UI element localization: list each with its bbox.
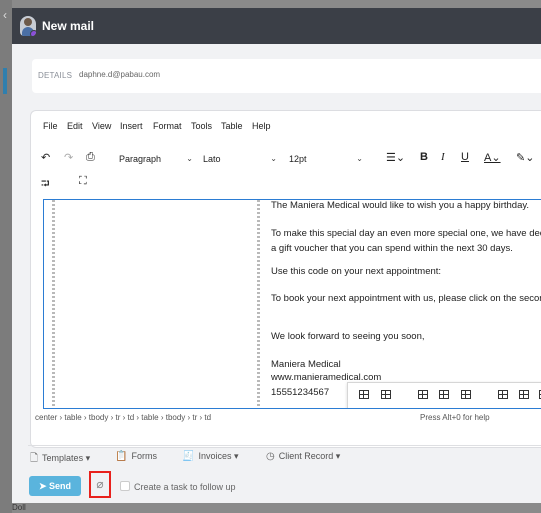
- delete-table-icon[interactable]: [381, 390, 391, 399]
- font-size-value: 12pt: [289, 154, 307, 164]
- body-line: To make this special day an even more sp…: [271, 228, 541, 239]
- bold-icon[interactable]: B: [420, 151, 428, 163]
- client-record-dropdown[interactable]: ◷ Client Record ▾: [266, 451, 340, 462]
- menu-tools[interactable]: Tools: [191, 121, 212, 131]
- details-panel[interactable]: DETAILS daphne.d@pabau.com: [32, 59, 541, 93]
- invoice-icon: 🧾: [182, 451, 195, 462]
- body-line: We look forward to seeing you soon,: [271, 331, 425, 342]
- ltr-direction-icon[interactable]: ⮒: [41, 175, 50, 194]
- insert-column-after-icon[interactable]: [519, 390, 529, 399]
- menu-insert[interactable]: Insert: [120, 121, 143, 131]
- table-border-right: [257, 200, 260, 408]
- menu-file[interactable]: File: [43, 121, 58, 131]
- templates-label: Templates: [42, 453, 84, 463]
- chevron-down-icon: ⌄: [270, 154, 277, 163]
- body-line: To book your next appointment with us, p…: [271, 293, 541, 304]
- background-accent-bar: [3, 68, 7, 94]
- element-path[interactable]: center › table › tbody › tr › td › table…: [35, 413, 211, 422]
- document-icon: 🗋: [30, 453, 39, 464]
- editor-statusbar: center › table › tbody › tr › td › table…: [31, 409, 541, 425]
- templates-dropdown[interactable]: 🗋 Templates ▾: [30, 451, 90, 468]
- block-format-select[interactable]: Paragraph ⌄: [119, 151, 193, 167]
- follow-up-task-checkbox[interactable]: [120, 481, 130, 491]
- menu-help[interactable]: Help: [252, 121, 271, 131]
- invoices-label: Invoices: [198, 451, 232, 461]
- body-line: 15551234567: [271, 387, 330, 398]
- italic-icon[interactable]: I: [441, 151, 445, 163]
- chevron-down-icon: ⌄: [186, 154, 193, 163]
- email-body[interactable]: The Maniera Medical would like to wish y…: [43, 199, 541, 409]
- footer-divider: [28, 445, 541, 446]
- invoices-dropdown[interactable]: 🧾 Invoices ▾: [182, 451, 239, 462]
- body-line: The Maniera Medical would like to wish y…: [271, 200, 530, 211]
- menu-edit[interactable]: Edit: [67, 121, 83, 131]
- body-line: Use this code on your next appointment:: [271, 266, 442, 277]
- forms-button[interactable]: 📋 Forms: [115, 451, 157, 462]
- send-icon: ➤: [38, 481, 47, 491]
- body-line: a gift voucher that you can spend within…: [271, 243, 513, 254]
- insert-row-before-icon[interactable]: [418, 390, 428, 399]
- body-line: Maniera Medical: [271, 359, 341, 370]
- chevron-down-icon: ▾: [85, 453, 91, 463]
- send-label: Send: [49, 481, 72, 491]
- print-icon[interactable]: ⎙: [86, 151, 95, 164]
- undo-icon[interactable]: ↶: [41, 151, 50, 164]
- chevron-down-icon: ▾: [234, 451, 239, 461]
- underline-icon[interactable]: U: [461, 151, 469, 163]
- redo-icon[interactable]: ↷: [64, 151, 73, 164]
- details-label: DETAILS: [38, 71, 73, 80]
- line-height-icon[interactable]: ☰⌄: [386, 151, 405, 164]
- menu-format[interactable]: Format: [153, 121, 182, 131]
- modal-title: New mail: [42, 19, 95, 33]
- follow-up-task-label: Create a task to follow up: [134, 482, 236, 492]
- clipboard-icon: 📋: [115, 451, 128, 462]
- send-button[interactable]: ➤ Send: [29, 476, 81, 496]
- help-hint: Press Alt+0 for help: [420, 413, 490, 422]
- user-avatar: [20, 16, 36, 36]
- font-family-select[interactable]: Lato ⌄: [203, 151, 277, 167]
- font-size-select[interactable]: 12pt ⌄: [289, 151, 363, 167]
- fullscreen-icon[interactable]: ⛶: [79, 175, 87, 188]
- menu-table[interactable]: Table: [221, 121, 243, 131]
- text-color-icon[interactable]: A⌄: [484, 151, 501, 164]
- highlight-color-icon[interactable]: ✎⌄: [516, 151, 534, 164]
- block-format-value: Paragraph: [119, 154, 162, 164]
- table-properties-icon[interactable]: [359, 390, 369, 399]
- back-chevron-icon: ‹: [3, 8, 7, 22]
- font-family-value: Lato: [203, 154, 221, 164]
- table-border-left: [52, 200, 55, 408]
- delete-row-icon[interactable]: [461, 390, 471, 399]
- attach-file-button[interactable]: ⌀: [89, 471, 111, 498]
- insert-column-before-icon[interactable]: [498, 390, 508, 399]
- sender-email: daphne.d@pabau.com: [79, 70, 161, 79]
- new-mail-modal: New mail DETAILS daphne.d@pabau.com File…: [12, 8, 541, 503]
- chevron-down-icon: ▾: [335, 451, 341, 461]
- insert-row-after-icon[interactable]: [439, 390, 449, 399]
- clock-icon: ◷: [266, 451, 275, 462]
- background-page: ‹: [0, 0, 12, 513]
- rich-text-editor: File Edit View Insert Format Tools Table…: [30, 110, 541, 448]
- table-context-toolbar: [347, 382, 541, 408]
- forms-label: Forms: [131, 451, 157, 461]
- modal-header: New mail: [12, 8, 541, 44]
- chevron-down-icon: ⌄: [356, 154, 363, 163]
- paperclip-icon: ⌀: [96, 477, 104, 491]
- background-text: Doll: [12, 503, 26, 512]
- menu-view[interactable]: View: [92, 121, 111, 131]
- client-record-label: Client Record: [278, 451, 334, 461]
